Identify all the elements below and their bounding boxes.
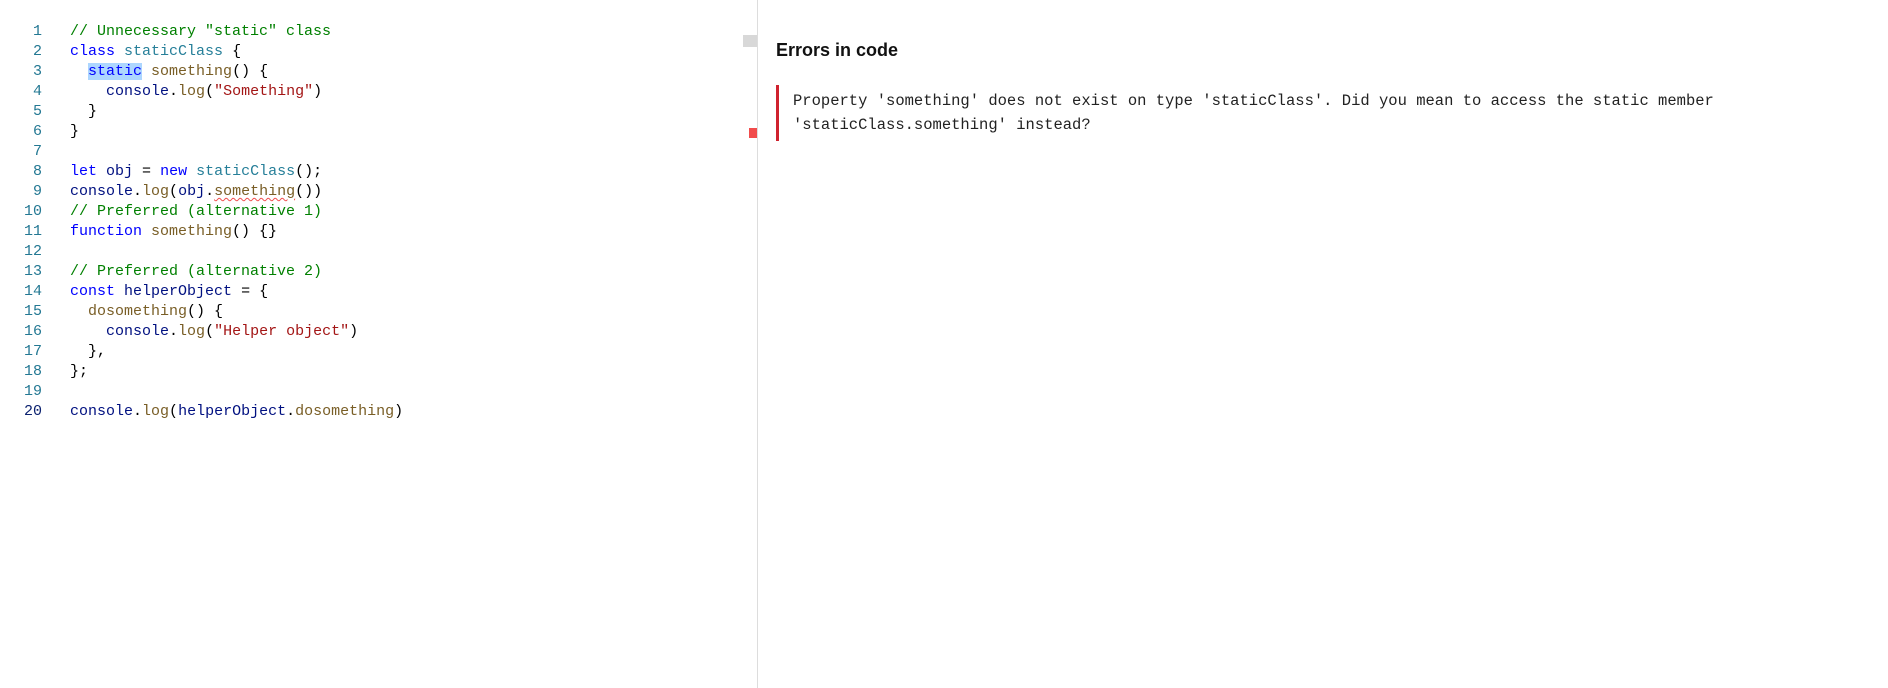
code-line[interactable]: const helperObject = { [70,282,757,302]
line-number: 3 [0,62,42,82]
line-number: 17 [0,342,42,362]
code-editor[interactable]: 1 2 3 4 5 6 7 8 9 10 11 12 13 14 15 16 1… [0,0,758,688]
errors-title: Errors in code [776,40,1870,61]
line-number: 16 [0,322,42,342]
code-line[interactable]: console.log("Something") [70,82,757,102]
error-squiggle: something [214,183,295,200]
code-line[interactable]: dosomething() { [70,302,757,322]
minimap[interactable] [743,0,757,688]
line-number: 15 [0,302,42,322]
code-line[interactable] [70,242,757,262]
code-line[interactable]: class staticClass { [70,42,757,62]
line-number: 10 [0,202,42,222]
line-number: 13 [0,262,42,282]
code-line[interactable]: }, [70,342,757,362]
code-line[interactable]: } [70,122,757,142]
code-area[interactable]: // Unnecessary "static" class class stat… [50,22,757,688]
code-line[interactable] [70,382,757,402]
code-line[interactable] [70,142,757,162]
code-line[interactable]: // Preferred (alternative 1) [70,202,757,222]
line-number: 1 [0,22,42,42]
line-number: 8 [0,162,42,182]
line-number: 12 [0,242,42,262]
code-line[interactable]: // Preferred (alternative 2) [70,262,757,282]
errors-panel: Errors in code Property 'something' does… [758,0,1888,688]
error-message: Property 'something' does not exist on t… [776,85,1870,141]
minimap-slider[interactable] [743,35,757,47]
line-number: 18 [0,362,42,382]
code-line[interactable]: console.log(helperObject.dosomething) [70,402,757,422]
line-number: 9 [0,182,42,202]
line-number: 11 [0,222,42,242]
code-line[interactable]: let obj = new staticClass(); [70,162,757,182]
line-number: 19 [0,382,42,402]
line-number: 7 [0,142,42,162]
code-line[interactable]: static something() { [70,62,757,82]
overview-error-marker[interactable] [749,128,757,138]
line-number: 6 [0,122,42,142]
line-number-gutter: 1 2 3 4 5 6 7 8 9 10 11 12 13 14 15 16 1… [0,22,50,688]
code-line[interactable]: // Unnecessary "static" class [70,22,757,42]
code-line[interactable]: console.log(obj.something()) [70,182,757,202]
line-number: 5 [0,102,42,122]
code-line[interactable]: console.log("Helper object") [70,322,757,342]
line-number: 20 [0,402,42,422]
code-line[interactable]: } [70,102,757,122]
line-number: 14 [0,282,42,302]
line-number: 2 [0,42,42,62]
line-number: 4 [0,82,42,102]
code-line[interactable]: function something() {} [70,222,757,242]
code-line[interactable]: }; [70,362,757,382]
